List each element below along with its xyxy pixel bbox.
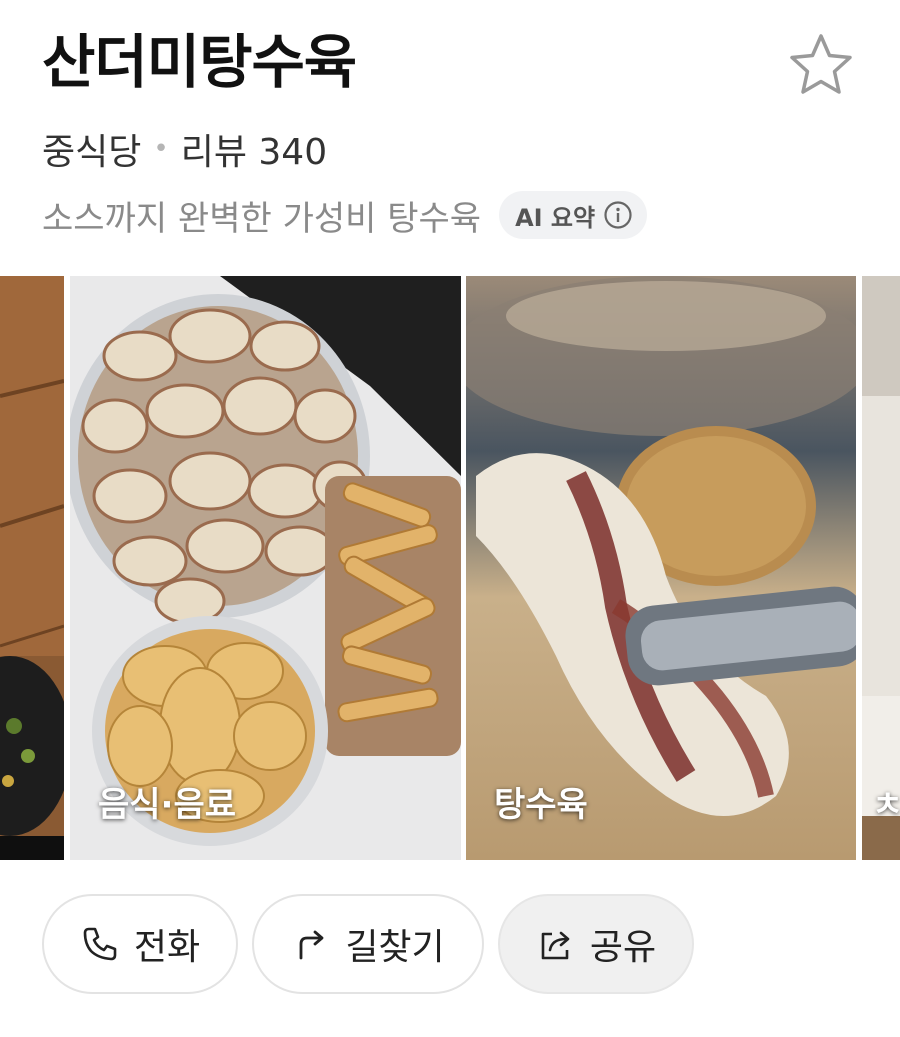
photo-carousel[interactable]: 음식·음료 탕수육 ㅊ: [0, 276, 900, 860]
photo-caption: 탕수육: [494, 785, 588, 825]
food-photo: [0, 276, 64, 860]
photo-caption: ㅊ: [872, 785, 900, 825]
favorite-button[interactable]: [788, 32, 854, 98]
photo-item[interactable]: [0, 276, 64, 860]
review-count-link[interactable]: 리뷰 340: [181, 123, 327, 175]
food-photo: [862, 276, 900, 860]
ai-summary-row: 소스까지 완벽한 가성비 탕수육 AI 요약: [42, 190, 648, 240]
star-outline-icon: [790, 34, 852, 94]
photo-caption: 음식·음료: [98, 785, 237, 825]
call-button[interactable]: 전화: [42, 894, 238, 994]
category-label: 중식당: [42, 132, 142, 173]
food-photo: [466, 276, 856, 860]
photo-item[interactable]: 탕수육: [466, 276, 856, 860]
action-bar: 전화 길찾기 공유: [42, 894, 694, 998]
share-icon: [541, 931, 570, 960]
route-button[interactable]: 길찾기: [252, 894, 484, 994]
food-photo: [70, 276, 461, 860]
photo-item[interactable]: ㅊ: [862, 276, 900, 860]
summary-text: 소스까지 완벽한 가성비 탕수육: [42, 198, 482, 239]
place-title: 산더미탕수육: [42, 28, 357, 96]
share-label: 공유: [589, 927, 657, 968]
share-button[interactable]: 공유: [498, 894, 694, 994]
route-label: 길찾기: [345, 927, 445, 968]
ai-summary-badge[interactable]: AI 요약: [499, 191, 648, 239]
place-meta: 중식당 • 리뷰 340: [42, 124, 327, 174]
phone-icon: [83, 927, 117, 961]
ai-badge-label: AI 요약: [515, 203, 596, 232]
meta-separator: •: [153, 134, 169, 164]
info-circle-icon: [604, 201, 632, 229]
route-arrow-icon: [299, 930, 324, 960]
photo-item[interactable]: 음식·음료: [70, 276, 461, 860]
call-label: 전화: [133, 927, 201, 968]
